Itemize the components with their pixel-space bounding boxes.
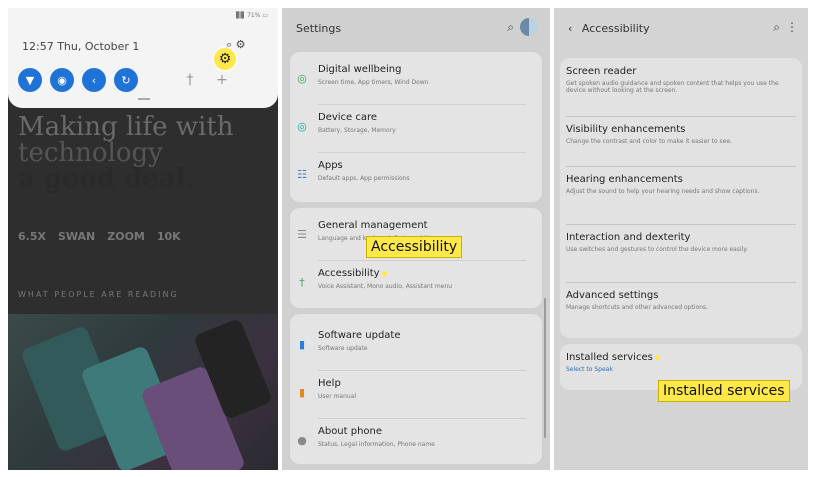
- phones-image: [8, 314, 278, 470]
- accessibility-item-installed-services[interactable]: Installed services Select to Speak: [566, 352, 796, 373]
- web-stats-row: 6.5X SWAN ZOOM 10K: [18, 230, 181, 243]
- settings-item-digital-wellbeing[interactable]: ◎ Digital wellbeing Screen time, App tim…: [290, 60, 526, 100]
- stat-item: 6.5X: [18, 230, 46, 243]
- accessibility-callout: Accessibility: [366, 236, 463, 258]
- stat-item: 10K: [156, 230, 181, 243]
- accessibility-panel: ‹ Accessibility ⌕ ⋮ Screen reader Get sp…: [554, 8, 808, 470]
- installed-services-callout: Installed services: [658, 380, 790, 402]
- wifi-icon[interactable]: ▼: [18, 68, 42, 92]
- quick-settings-shade: ▊▊ 71% ▭ 12:57 Thu, October 1 ⌕ ⚙ ⚙ ▼ ◉ …: [8, 8, 278, 108]
- apps-icon: ☷: [297, 168, 307, 181]
- stat-item: SWAN: [57, 230, 96, 243]
- help-icon: ▮: [298, 386, 306, 399]
- scrollbar[interactable]: [544, 298, 546, 438]
- shade-drag-handle[interactable]: [138, 98, 150, 100]
- notification-shade-panel: ▊▊ 71% ▭ 12:57 Thu, October 1 ⌕ ⚙ ⚙ ▼ ◉ …: [8, 8, 278, 470]
- flashlight-icon[interactable]: †: [178, 68, 202, 92]
- avatar[interactable]: [520, 18, 538, 36]
- more-options-icon[interactable]: ⋮: [786, 20, 798, 34]
- wellbeing-icon: ◎: [297, 72, 307, 85]
- settings-item-software-update[interactable]: ▮ Software update Software update: [290, 326, 526, 366]
- settings-panel: Settings ⌕ ◎ Digital wellbeing Screen ti…: [282, 8, 550, 470]
- accessibility-header: ‹ Accessibility ⌕ ⋮: [554, 8, 808, 48]
- search-icon[interactable]: ⌕: [507, 20, 514, 35]
- settings-item-apps[interactable]: ☷ Apps Default apps, App permissions: [290, 156, 526, 196]
- rotate-icon[interactable]: ↻: [114, 68, 138, 92]
- settings-item-device-care[interactable]: ◎ Device care Battery, Storage, Memory: [290, 108, 526, 148]
- settings-item-help[interactable]: ▮ Help User manual: [290, 374, 526, 414]
- add-icon[interactable]: +: [210, 68, 234, 92]
- web-headline: Making life with technology a good deal.: [18, 114, 234, 192]
- quick-settings-row: ▼ ◉ ‹ ↻ † +: [18, 68, 234, 92]
- status-bar-indicators: ▊▊ 71% ▭: [235, 12, 268, 19]
- status-bar-time-date: 12:57 Thu, October 1: [22, 40, 140, 53]
- software-update-icon: ▮: [298, 338, 306, 351]
- screenshot-frame: ▊▊ 71% ▭ 12:57 Thu, October 1 ⌕ ⚙ ⚙ ▼ ◉ …: [8, 8, 808, 470]
- bluetooth-icon[interactable]: ‹: [82, 68, 106, 92]
- settings-item-accessibility[interactable]: † Accessibility Voice Assistant, Mono au…: [290, 264, 526, 304]
- settings-item-about-phone[interactable]: ● About phone Status, Legal information,…: [290, 422, 526, 462]
- headline-line-2: technology: [18, 138, 163, 168]
- general-management-icon: ☰: [297, 228, 307, 241]
- highlight-dot: [381, 270, 387, 276]
- accessibility-item-visibility[interactable]: Visibility enhancements Change the contr…: [566, 124, 796, 145]
- highlight-dot: [654, 354, 660, 360]
- accessibility-item-advanced[interactable]: Advanced settings Manage shortcuts and o…: [566, 290, 796, 311]
- sound-icon[interactable]: ◉: [50, 68, 74, 92]
- accessibility-icon: †: [299, 276, 305, 289]
- device-care-icon: ◎: [297, 120, 307, 133]
- settings-header: Settings ⌕: [282, 8, 550, 48]
- back-icon[interactable]: ‹: [568, 22, 572, 35]
- about-phone-icon: ●: [297, 434, 307, 447]
- accessibility-item-interaction[interactable]: Interaction and dexterity Use switches a…: [566, 232, 796, 253]
- headline-line-3: a good deal.: [18, 164, 195, 194]
- accessibility-item-screen-reader[interactable]: Screen reader Get spoken audio guidance …: [566, 66, 796, 94]
- search-icon[interactable]: ⌕: [773, 20, 780, 35]
- accessibility-title: Accessibility: [581, 22, 650, 35]
- accessibility-item-hearing[interactable]: Hearing enhancements Adjust the sound to…: [566, 174, 796, 195]
- settings-title: Settings: [296, 22, 342, 35]
- settings-gear-icon[interactable]: ⚙: [214, 48, 236, 70]
- stat-item: ZOOM: [107, 230, 145, 243]
- reading-heading: WHAT PEOPLE ARE READING: [18, 290, 179, 299]
